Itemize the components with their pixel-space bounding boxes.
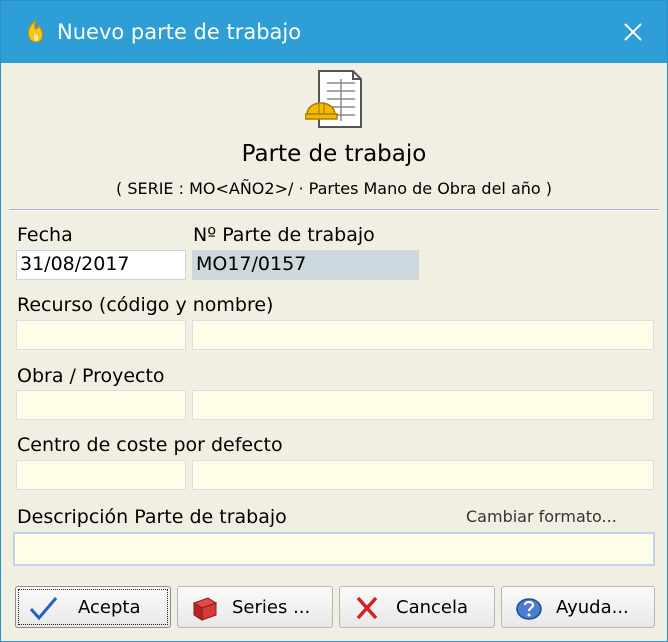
numero-label: Nº Parte de trabajo bbox=[193, 224, 375, 246]
numero-field: MO17/0157 bbox=[192, 250, 419, 280]
centro-label: Centro de coste por defecto bbox=[17, 434, 283, 456]
window-title: Nuevo parte de trabajo bbox=[57, 20, 302, 44]
series-book-icon bbox=[192, 597, 218, 621]
help-label: Ayuda... bbox=[556, 597, 629, 618]
cancel-x-icon bbox=[356, 596, 378, 620]
recurso-code-field[interactable] bbox=[16, 320, 186, 350]
series-button[interactable]: Series ... bbox=[177, 586, 333, 628]
centro-code-field[interactable] bbox=[16, 460, 186, 490]
obra-label: Obra / Proyecto bbox=[17, 365, 165, 387]
checkmark-icon bbox=[29, 597, 58, 621]
change-format-link[interactable]: Cambiar formato... bbox=[466, 506, 617, 528]
accept-label: Acepta bbox=[78, 597, 141, 618]
series-subtitle: ( SERIE : MO<AÑO2>/ · Partes Mano de Obr… bbox=[115, 179, 553, 198]
separator bbox=[9, 209, 659, 211]
descripcion-label: Descripción Parte de trabajo bbox=[17, 506, 287, 528]
help-icon bbox=[516, 598, 542, 620]
help-button[interactable]: Ayuda... bbox=[501, 586, 655, 628]
descripcion-field[interactable] bbox=[13, 532, 655, 566]
work-report-icon bbox=[305, 70, 362, 128]
title-bar[interactable]: Nuevo parte de trabajo bbox=[1, 1, 667, 63]
form-title: Parte de trabajo bbox=[241, 141, 427, 167]
close-icon[interactable] bbox=[613, 13, 653, 51]
recurso-name-field[interactable] bbox=[192, 320, 654, 350]
cancel-button[interactable]: Cancela bbox=[339, 586, 495, 628]
accept-button[interactable]: Acepta bbox=[15, 586, 171, 628]
obra-name-field[interactable] bbox=[192, 390, 654, 420]
flame-icon bbox=[27, 19, 44, 43]
cancel-label: Cancela bbox=[396, 597, 469, 618]
centro-name-field[interactable] bbox=[192, 460, 654, 490]
recurso-label: Recurso (código y nombre) bbox=[17, 294, 274, 316]
dialog-window: Nuevo parte de trabajo Parte de trabajo … bbox=[0, 0, 668, 642]
fecha-label: Fecha bbox=[17, 224, 73, 246]
fecha-field[interactable]: 31/08/2017 bbox=[16, 250, 186, 280]
obra-code-field[interactable] bbox=[16, 390, 186, 420]
series-label: Series ... bbox=[232, 597, 311, 618]
